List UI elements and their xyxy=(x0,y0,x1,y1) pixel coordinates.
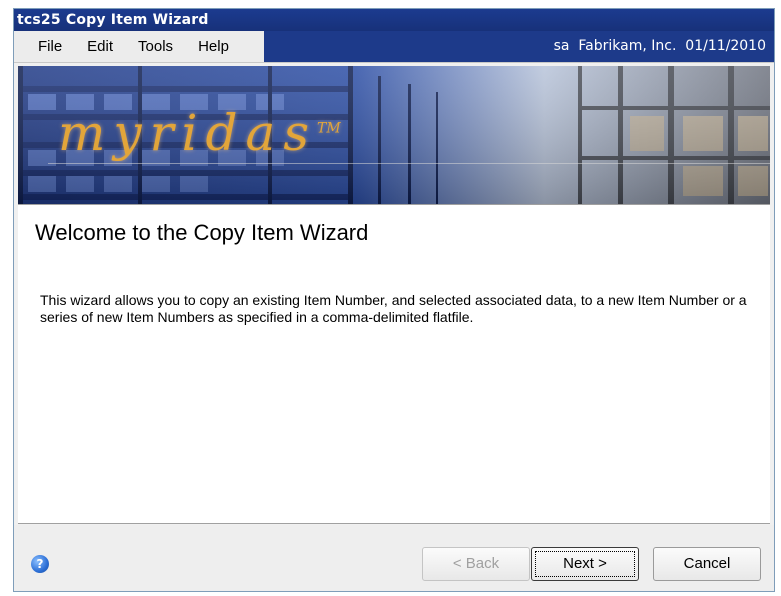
help-icon[interactable]: ? xyxy=(31,555,49,573)
wizard-description: This wizard allows you to copy an existi… xyxy=(40,292,747,325)
page-title: Welcome to the Copy Item Wizard xyxy=(35,220,369,245)
menu-tools[interactable]: Tools xyxy=(138,38,173,55)
window-title: tcs25 Copy Item Wizard xyxy=(14,9,774,31)
user-company-date: sa Fabrikam, Inc. 01/11/2010 xyxy=(264,31,774,62)
next-button[interactable]: Next > xyxy=(531,547,639,581)
myridas-logo: myridasTM xyxy=(58,104,341,162)
copy-item-wizard-window: tcs25 Copy Item Wizard File Edit Tools H… xyxy=(13,8,775,592)
trademark-mark: TM xyxy=(317,120,341,137)
next-button-label: Next > xyxy=(563,555,607,572)
menu-items: File Edit Tools Help xyxy=(14,31,264,62)
menu-help[interactable]: Help xyxy=(198,38,229,55)
myridas-banner: myridasTM xyxy=(18,66,770,204)
menu-edit[interactable]: Edit xyxy=(87,38,113,55)
logo-word: myridas xyxy=(58,104,318,162)
wizard-footer: ? < Back Next > Cancel xyxy=(14,525,774,591)
wizard-content: Welcome to the Copy Item Wizard This wiz… xyxy=(18,204,770,524)
menu-file[interactable]: File xyxy=(38,38,62,55)
cancel-button[interactable]: Cancel xyxy=(653,547,761,581)
back-button[interactable]: < Back xyxy=(422,547,530,581)
menu-bar: File Edit Tools Help sa Fabrikam, Inc. 0… xyxy=(14,31,774,63)
